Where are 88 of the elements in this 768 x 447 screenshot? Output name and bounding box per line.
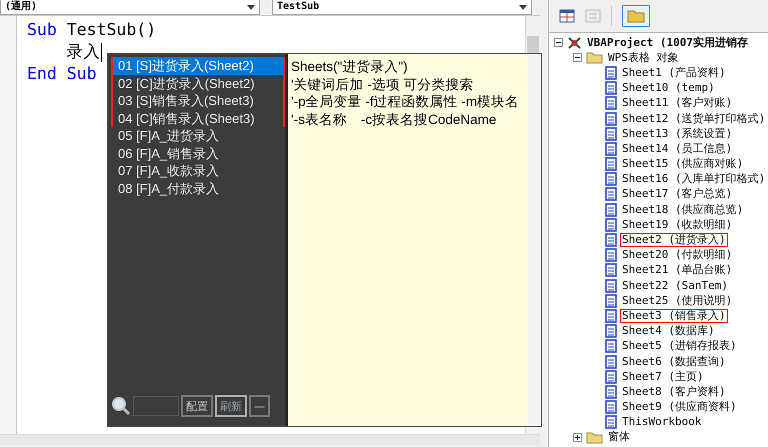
procedure-dropdown[interactable]: TestSub bbox=[272, 0, 532, 15]
preview-line: '-p全局变量 -f过程函数属性 -m模块名 bbox=[291, 93, 520, 110]
tree-item[interactable]: Sheet19 (收款明细) bbox=[620, 218, 734, 232]
suggestion-item[interactable]: 05 [F]A_进货录入 bbox=[111, 127, 285, 144]
document-icon bbox=[605, 66, 617, 80]
search-field[interactable] bbox=[133, 396, 179, 416]
dropdown-arrow-icon bbox=[247, 4, 255, 10]
document-icon bbox=[605, 354, 617, 369]
tree-item[interactable]: WPS表格 对象 bbox=[606, 50, 680, 65]
document-icon bbox=[605, 172, 617, 186]
document-icon bbox=[605, 263, 617, 278]
document-icon bbox=[605, 96, 617, 110]
tree-item[interactable]: Sheet14 (员工信息) bbox=[620, 142, 734, 156]
document-icon bbox=[605, 415, 617, 430]
document-icon bbox=[605, 81, 617, 96]
popup-button[interactable]: 配置 bbox=[181, 395, 213, 417]
document-icon bbox=[605, 308, 617, 323]
code-token: End Sub bbox=[27, 63, 97, 85]
document-icon bbox=[605, 187, 617, 202]
dropdown-arrow-icon bbox=[519, 4, 527, 10]
tree-item[interactable]: Sheet17 (客户总览) bbox=[620, 187, 734, 202]
search-icon bbox=[111, 396, 131, 416]
suggestion-item[interactable]: 07 [F]A_收款录入 bbox=[111, 162, 285, 180]
folder-toggle-button[interactable] bbox=[622, 5, 650, 27]
tree-item[interactable]: VBAProject (1007实用进销存 bbox=[585, 36, 750, 50]
document-icon bbox=[605, 370, 617, 384]
tree-item[interactable]: Sheet22 (SanTem) bbox=[620, 278, 730, 293]
tree-item[interactable]: Sheet12 (送货单打印格式) bbox=[620, 112, 768, 126]
expand-toggle-icon[interactable] bbox=[573, 432, 582, 442]
code-editor[interactable] bbox=[0, 15, 540, 434]
document-icon bbox=[605, 384, 617, 399]
document-icon bbox=[605, 218, 617, 232]
tree-item[interactable]: Sheet1 (产品资料) bbox=[620, 66, 728, 80]
grid-view-icon[interactable] bbox=[559, 9, 575, 23]
tree-item[interactable]: Sheet5 (进销存报表) bbox=[620, 339, 739, 354]
document-icon bbox=[605, 157, 617, 172]
tree-item[interactable]: Sheet3 (销售录入) bbox=[620, 308, 728, 323]
document-icon bbox=[605, 126, 617, 141]
tree-item[interactable]: Sheet9 (供应商资料) bbox=[620, 400, 739, 414]
document-icon bbox=[605, 202, 617, 217]
suggestion-item[interactable]: 03 [S]销售录入(Sheet3) bbox=[111, 92, 285, 110]
tree-item[interactable]: Sheet2 (进货录入) bbox=[620, 233, 728, 248]
code-token: Sub bbox=[27, 19, 57, 41]
collapse-toggle-icon[interactable] bbox=[573, 53, 582, 62]
folder-icon bbox=[627, 9, 645, 23]
horizontal-scrollbar[interactable] bbox=[0, 434, 540, 445]
suggestion-item[interactable]: 04 [C]销售录入(Sheet3) bbox=[111, 110, 285, 127]
tree-item[interactable]: Sheet20 (付款明细) bbox=[620, 248, 734, 262]
document-icon bbox=[605, 339, 617, 354]
collapse-toggle-icon[interactable] bbox=[554, 38, 563, 48]
tree-item[interactable]: Sheet8 (客户资料) bbox=[620, 384, 728, 399]
code-token: 录入 bbox=[66, 41, 101, 63]
preview-line: '-s表名称 -c按表名搜CodeName bbox=[291, 110, 498, 128]
document-icon bbox=[605, 142, 617, 156]
tree-item[interactable]: Sheet25 (使用说明) bbox=[620, 294, 734, 308]
object-dropdown[interactable]: (通用) bbox=[0, 0, 260, 15]
suggestion-item[interactable]: 06 [F]A_销售录入 bbox=[111, 144, 285, 162]
tree-item[interactable]: 窗体 bbox=[606, 430, 632, 444]
tree-item[interactable]: Sheet18 (供应商总览) bbox=[620, 202, 746, 217]
suggestion-item[interactable]: 02 [C]进货录入(Sheet2) bbox=[111, 74, 285, 92]
document-icon bbox=[605, 248, 617, 262]
project-icon bbox=[567, 36, 582, 50]
suggestion-item[interactable]: 08 [F]A_付款录入 bbox=[111, 180, 285, 197]
folder-icon bbox=[586, 51, 603, 64]
suggestion-item[interactable]: 01 [S]进货录入(Sheet2) bbox=[111, 57, 285, 74]
tree-item[interactable]: Sheet4 (数据库) bbox=[620, 324, 717, 338]
preview-line: Sheets("进货录入") bbox=[291, 58, 409, 76]
tree-item[interactable]: Sheet10 (temp) bbox=[620, 81, 717, 96]
document-icon bbox=[605, 324, 617, 338]
tree-item[interactable]: Sheet16 (入库单打印格式) bbox=[620, 172, 768, 186]
document-icon bbox=[605, 278, 617, 293]
tree-item[interactable]: Sheet7 (主页) bbox=[620, 370, 706, 384]
preview-line: '关键词后加 -选项 可分类搜索 bbox=[291, 76, 475, 93]
tree-item[interactable]: Sheet6 (数据查询) bbox=[620, 354, 728, 369]
tree-item[interactable]: Sheet13 (系统设置) bbox=[620, 126, 734, 141]
tree-item[interactable]: Sheet11 (客户对账) bbox=[620, 96, 734, 110]
popup-button[interactable]: — bbox=[249, 395, 270, 417]
tree-item[interactable]: ThisWorkbook bbox=[620, 415, 704, 430]
preview-scrollbar[interactable] bbox=[528, 54, 541, 426]
popup-button[interactable]: 刷新 bbox=[215, 395, 247, 417]
document-icon bbox=[605, 400, 617, 414]
document-icon bbox=[605, 112, 617, 126]
document-icon bbox=[605, 294, 617, 308]
folder-icon bbox=[586, 430, 603, 444]
document-icon bbox=[605, 233, 617, 248]
tree-item[interactable]: Sheet21 (单品台账) bbox=[620, 263, 734, 278]
code-token: TestSub() bbox=[66, 19, 156, 41]
tree-item[interactable]: Sheet15 (供应商对账) bbox=[620, 157, 746, 172]
